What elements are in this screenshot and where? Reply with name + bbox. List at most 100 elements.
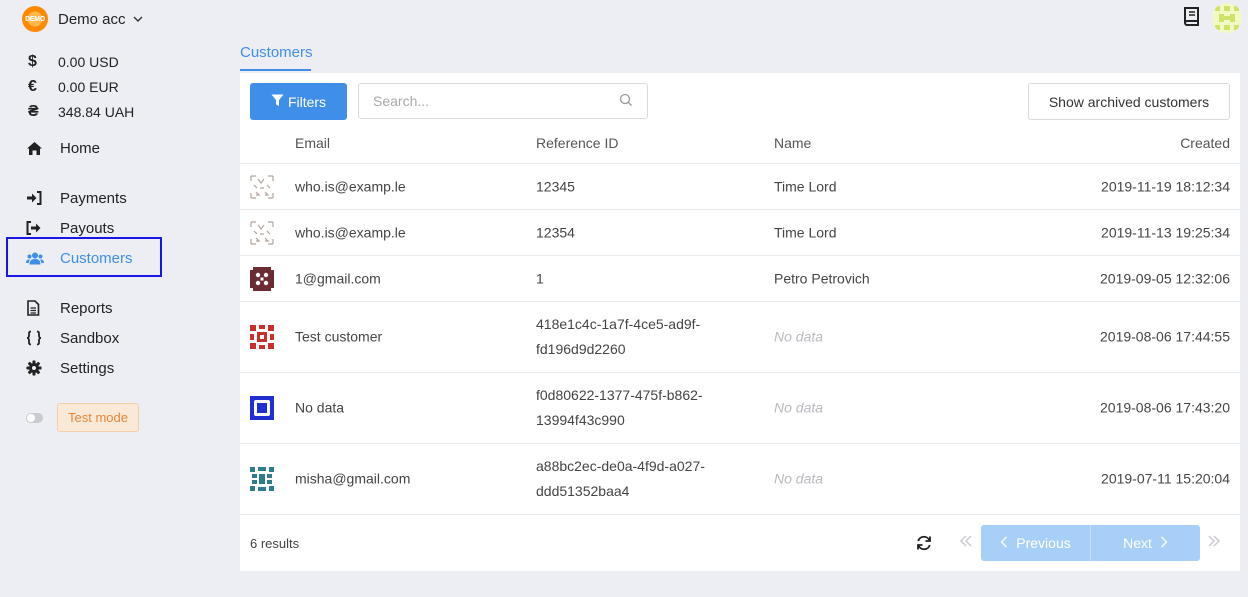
- balances-list: $ 0.00 USD € 0.00 EUR ₴ 348.84 UAH: [28, 49, 134, 124]
- cell-reference-id: 12354: [536, 224, 575, 240]
- cell-reference-id: 1: [536, 270, 544, 286]
- next-label: Next: [1123, 535, 1152, 551]
- cell-created: 2019-07-11 15:20:04: [1101, 470, 1230, 487]
- braces-icon: [26, 330, 60, 346]
- next-page-button[interactable]: Next: [1090, 525, 1200, 561]
- column-header-reference-id[interactable]: Reference ID: [536, 135, 618, 151]
- account-name: Demo acc: [58, 10, 126, 28]
- double-chevron-left-icon[interactable]: [958, 533, 974, 549]
- sign-in-icon: [26, 191, 60, 205]
- test-mode-badge: Test mode: [57, 403, 139, 432]
- sidebar-item-label: Reports: [60, 299, 113, 317]
- search-box: [358, 83, 648, 119]
- balance-uah: ₴ 348.84 UAH: [28, 99, 134, 124]
- customers-table-body: who.is@examp.le 12345 Time Lord 2019-11-…: [240, 164, 1240, 515]
- gear-icon: [26, 360, 60, 376]
- filters-button[interactable]: Filters: [250, 83, 347, 120]
- double-chevron-right-icon[interactable]: [1206, 533, 1222, 549]
- table-row[interactable]: Test customer 418e1c4c-1a7f-4ce5-ad9f- f…: [240, 302, 1240, 373]
- reference-id-line: a88bc2ec-de0a-4f9d-a027-: [536, 458, 705, 474]
- chevron-down-icon: [132, 13, 144, 25]
- filters-label: Filters: [287, 93, 327, 110]
- cell-email: No data: [295, 399, 345, 416]
- sidebar-item-label: Home: [60, 139, 101, 157]
- results-count: 6 results: [250, 536, 300, 551]
- reference-id-line: ddd51352baa4: [536, 483, 630, 499]
- customers-panel: Filters Show archived customers Email Re…: [240, 73, 1240, 571]
- refresh-icon[interactable]: [914, 533, 934, 553]
- balance-amount: 0.00 USD: [58, 53, 119, 70]
- table-row[interactable]: who.is@examp.le 12345 Time Lord 2019-11-…: [240, 164, 1240, 210]
- column-header-email[interactable]: Email: [295, 135, 330, 151]
- balance-amount: 348.84 UAH: [58, 103, 135, 120]
- test-mode-toggle[interactable]: [26, 412, 43, 423]
- sidebar-item-label: Payments: [60, 189, 127, 207]
- euro-icon: €: [28, 77, 37, 95]
- sidebar-item-sandbox[interactable]: Sandbox: [26, 326, 119, 350]
- previous-page-button[interactable]: Previous: [981, 525, 1090, 561]
- column-header-created[interactable]: Created: [1180, 135, 1230, 151]
- tab-customers[interactable]: Customers: [240, 42, 313, 71]
- table-row[interactable]: No data f0d80622-1377-475f-b862- 13994f4…: [240, 373, 1240, 444]
- reference-id-line: 13994f43c990: [536, 412, 625, 428]
- cell-name: No data: [774, 328, 824, 345]
- table-row[interactable]: 1@gmail.com 1 Petro Petrovich 2019-09-05…: [240, 256, 1240, 302]
- identicon-icon: [250, 174, 274, 199]
- table-row[interactable]: who.is@examp.le 12354 Time Lord 2019-11-…: [240, 210, 1240, 256]
- user-avatar[interactable]: [1212, 3, 1242, 33]
- sidebar-item-reports[interactable]: Reports: [26, 296, 113, 320]
- search-icon[interactable]: [619, 93, 633, 110]
- cell-email: who.is@examp.le: [295, 178, 406, 194]
- chevron-right-icon: [1160, 535, 1168, 551]
- identicon-icon: [250, 325, 274, 349]
- test-mode-control: Test mode: [26, 403, 139, 432]
- balance-usd: $ 0.00 USD: [28, 49, 134, 74]
- identicon-icon: [250, 220, 274, 245]
- cell-created: 2019-08-06 17:44:55: [1100, 328, 1230, 345]
- identicon-icon: [250, 396, 274, 420]
- cell-created: 2019-11-13 19:25:34: [1101, 224, 1230, 240]
- cell-reference-id: a88bc2ec-de0a-4f9d-a027- ddd51352baa4: [536, 454, 705, 504]
- sidebar: DEMO Demo acc $ 0.00 USD € 0.00 EUR ₴ 34…: [0, 0, 220, 597]
- account-logo: DEMO: [22, 6, 48, 32]
- previous-label: Previous: [1016, 535, 1071, 551]
- filter-icon: [271, 94, 284, 110]
- cell-email: who.is@examp.le: [295, 224, 406, 240]
- cell-email: Test customer: [295, 328, 383, 345]
- hryvnia-icon: ₴: [28, 102, 39, 120]
- search-input[interactable]: [373, 93, 619, 109]
- document-icon: [26, 300, 60, 316]
- dollar-icon: $: [28, 52, 37, 70]
- sidebar-item-payments[interactable]: Payments: [26, 186, 127, 210]
- pagination: Previous Next: [981, 525, 1200, 561]
- table-footer: 6 results Previous Next: [240, 515, 1240, 571]
- cell-name: Petro Petrovich: [774, 270, 870, 286]
- table-row[interactable]: misha@gmail.com a88bc2ec-de0a-4f9d-a027-…: [240, 444, 1240, 515]
- sidebar-item-home[interactable]: Home: [26, 136, 100, 160]
- page-tabs: Customers: [240, 42, 313, 71]
- balance-amount: 0.00 EUR: [58, 78, 119, 95]
- book-icon[interactable]: [1182, 6, 1202, 31]
- cell-name: No data: [774, 470, 824, 487]
- sidebar-item-label: Sandbox: [60, 329, 120, 347]
- account-switcher[interactable]: DEMO Demo acc: [22, 5, 144, 33]
- balance-eur: € 0.00 EUR: [28, 74, 134, 99]
- identicon-icon: [250, 467, 274, 491]
- selection-highlight-box: [6, 237, 162, 277]
- cell-name: Time Lord: [774, 178, 837, 194]
- cell-reference-id: 418e1c4c-1a7f-4ce5-ad9f- fd196d9d2260: [536, 312, 700, 362]
- table-header: Email Reference ID Name Created: [240, 129, 1240, 164]
- sidebar-item-label: Settings: [60, 359, 115, 377]
- cell-email: 1@gmail.com: [295, 270, 381, 286]
- cell-name: No data: [774, 399, 824, 416]
- home-icon: [26, 141, 60, 156]
- cell-created: 2019-08-06 17:43:20: [1100, 399, 1230, 416]
- reference-id-line: f0d80622-1377-475f-b862-: [536, 387, 703, 403]
- column-header-name[interactable]: Name: [774, 135, 811, 151]
- top-right-actions: [1182, 3, 1242, 33]
- identicon-icon: [250, 266, 274, 291]
- chevron-left-icon: [1000, 535, 1008, 551]
- sign-out-icon: [26, 221, 60, 235]
- show-archived-customers-button[interactable]: Show archived customers: [1028, 83, 1230, 120]
- sidebar-item-settings[interactable]: Settings: [26, 356, 114, 380]
